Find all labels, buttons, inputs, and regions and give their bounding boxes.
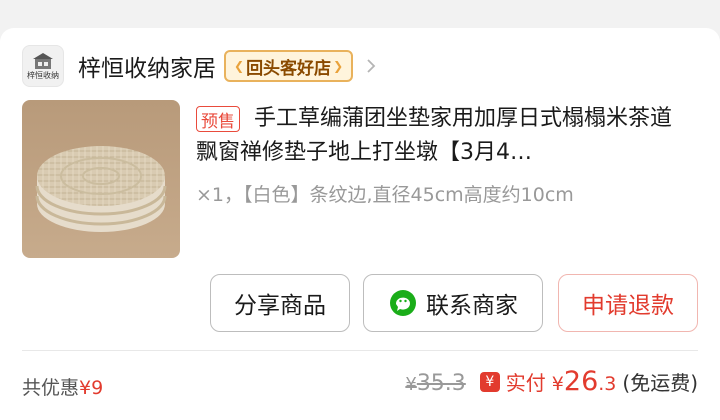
shop-logo-text: 梓恒收纳: [27, 71, 59, 80]
shop-badge: ❮ 回头客好店 ❯: [224, 50, 354, 82]
shop-logo: 梓恒收纳: [22, 45, 64, 87]
badge-deco-icon: ❮: [234, 59, 245, 73]
price-summary: ¥35.3 ¥ 实付 ¥26.3 (免运费): [405, 366, 698, 397]
badge-deco-icon: ❯: [333, 59, 344, 73]
paid-decimal: .3: [598, 373, 617, 395]
order-card: 梓恒收纳 梓恒收纳家居 ❮ 回头客好店 ❯ 预售 手工草编蒲团坐垫家用加厚日式榻…: [0, 28, 720, 420]
product-title[interactable]: 手工草编蒲团坐垫家用加厚日式榻榻米茶道飘窗禅修垫子地上打坐墩【3月4…: [196, 102, 692, 170]
request-refund-label: 申请退款: [582, 293, 674, 319]
product-thumbnail[interactable]: [22, 100, 180, 258]
shop-badge-label: 回头客好店: [246, 58, 332, 79]
product-spec: ×1，【白色】条纹边,直径45cm高度约10cm: [196, 184, 574, 206]
product-image: [22, 100, 180, 258]
shop-logo-icon: [33, 53, 53, 69]
discount-label: 共优惠: [22, 377, 80, 399]
original-currency: ¥: [405, 374, 417, 395]
paid-currency: ¥: [551, 373, 564, 395]
paid-label: 实付: [505, 371, 546, 395]
original-price-value: 35.3: [416, 371, 466, 396]
shop-header[interactable]: 梓恒收纳 梓恒收纳家居 ❮ 回头客好店 ❯: [22, 44, 379, 88]
share-product-button[interactable]: 分享商品: [210, 274, 350, 332]
discount-summary: 共优惠¥9: [22, 373, 103, 400]
original-price: ¥35.3: [405, 371, 465, 396]
request-refund-button[interactable]: 申请退款: [558, 274, 698, 332]
yen-icon: ¥: [479, 371, 500, 392]
shop-name[interactable]: 梓恒收纳家居: [78, 49, 216, 83]
wechat-icon: [390, 290, 416, 316]
contact-seller-label: 联系商家: [426, 293, 518, 319]
paid-integer: 26: [563, 366, 599, 397]
chevron-right-icon[interactable]: [363, 58, 379, 74]
shipping-note: (免运费): [622, 371, 698, 395]
paid-amount: ¥26.3: [552, 366, 617, 397]
contact-seller-button[interactable]: 联系商家: [363, 274, 543, 332]
divider: [22, 350, 698, 351]
discount-amount: ¥9: [79, 377, 104, 399]
share-product-label: 分享商品: [234, 293, 326, 319]
